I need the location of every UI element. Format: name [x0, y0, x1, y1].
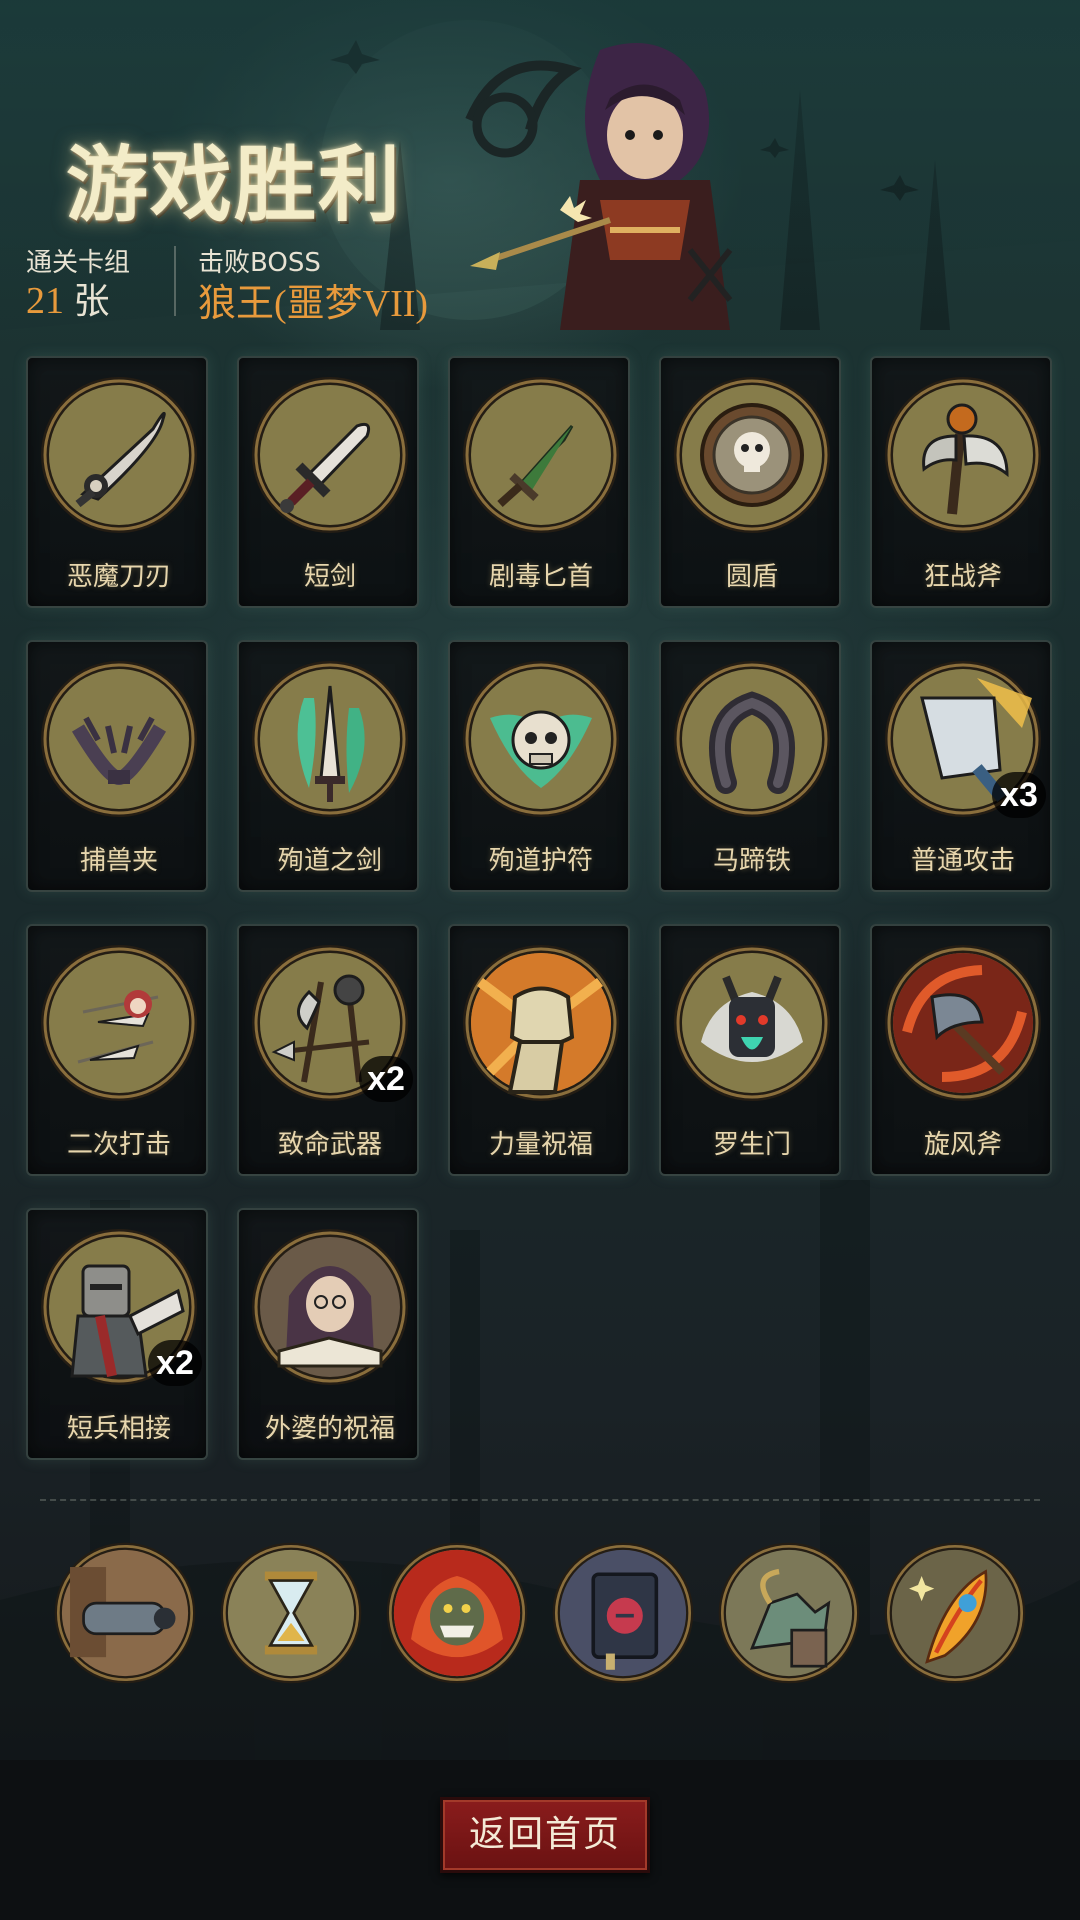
demon-blade-icon: [38, 374, 200, 536]
card-item[interactable]: 狂战斧: [870, 356, 1052, 608]
card-name: 普通攻击: [910, 846, 1015, 876]
card-name: 短兵相接: [66, 1414, 171, 1444]
card-item[interactable]: x2 致命武器: [237, 924, 419, 1176]
whirlwind-axe-icon: [882, 942, 1044, 1104]
card-name: 捕兽夹: [79, 846, 158, 876]
card-item[interactable]: 圆盾: [659, 356, 841, 608]
deck-unit: 张: [73, 280, 110, 321]
stat-divider: [174, 246, 176, 316]
berserker-axe-icon: [882, 374, 1044, 536]
rashomon-demon-icon: [671, 942, 833, 1104]
strength-fist-icon: [460, 942, 622, 1104]
card-item[interactable]: 力量祝福: [448, 924, 630, 1176]
card-name: 外婆的祝福: [264, 1414, 395, 1444]
martyr-amulet-icon: [460, 658, 622, 820]
card-name: 旋风斧: [923, 1130, 1002, 1160]
victory-title: 游戏胜利: [66, 140, 403, 231]
card-name: 力量祝福: [488, 1130, 593, 1160]
spellbook-relic-icon[interactable]: [550, 1540, 696, 1686]
card-name: 圆盾: [725, 562, 778, 592]
hooded-heroine-illustration: [465, 43, 733, 330]
card-item[interactable]: 剧毒匕首: [448, 356, 630, 608]
card-name: 殉道护符: [488, 846, 593, 876]
martyr-sword-icon: [249, 658, 411, 820]
card-count-badge: x2: [359, 1056, 413, 1102]
card-name: 剧毒匕首: [488, 562, 593, 592]
horseshoe-icon: [671, 658, 833, 820]
card-item[interactable]: 马蹄铁: [659, 640, 841, 892]
card-item[interactable]: x3 普通攻击: [870, 640, 1052, 892]
cannon-relic-icon[interactable]: [52, 1540, 198, 1686]
card-name: 狂战斧: [923, 562, 1002, 592]
card-name: 短剑: [303, 562, 356, 592]
card-name: 殉道之剑: [277, 846, 382, 876]
grandma-blessing-icon: [249, 1226, 411, 1388]
card-name: 致命武器: [277, 1130, 382, 1160]
hourglass-relic-icon[interactable]: [218, 1540, 364, 1686]
bear-trap-icon: [38, 658, 200, 820]
card-name: 二次打击: [66, 1130, 171, 1160]
phoenix-feather-relic-icon[interactable]: [882, 1540, 1028, 1686]
victory-screen: 游戏胜利 通关卡组 21 张 击败BOSS 狼王(噩梦VII) 恶魔刀刃 短剑: [0, 0, 1080, 1920]
round-shield-icon: [671, 374, 833, 536]
dragon-relic-icon[interactable]: [716, 1540, 862, 1686]
fire-monster-relic-icon[interactable]: [384, 1540, 530, 1686]
card-item[interactable]: 殉道护符: [448, 640, 630, 892]
card-item[interactable]: 短剑: [237, 356, 419, 608]
card-item[interactable]: 捕兽夹: [26, 640, 208, 892]
section-divider: [40, 1499, 1040, 1501]
boss-name: 狼王(噩梦VII): [198, 283, 429, 325]
card-item[interactable]: 外婆的祝福: [237, 1208, 419, 1460]
short-sword-icon: [249, 374, 411, 536]
card-item[interactable]: 二次打击: [26, 924, 208, 1176]
card-name: 恶魔刀刃: [66, 562, 171, 592]
card-name: 马蹄铁: [712, 846, 791, 876]
card-item[interactable]: 恶魔刀刃: [26, 356, 208, 608]
poison-dagger-icon: [460, 374, 622, 536]
card-item[interactable]: 殉道之剑: [237, 640, 419, 892]
card-item[interactable]: 罗生门: [659, 924, 841, 1176]
card-item[interactable]: 旋风斧: [870, 924, 1052, 1176]
card-name: 罗生门: [712, 1130, 791, 1160]
card-count-badge: x2: [148, 1340, 202, 1386]
double-strike-icon: [38, 942, 200, 1104]
card-count-badge: x3: [992, 772, 1046, 818]
return-home-button[interactable]: 返回首页: [440, 1797, 650, 1873]
deck-count: 21: [26, 280, 64, 322]
card-item[interactable]: x2 短兵相接: [26, 1208, 208, 1460]
deck-count-line: 21 张: [26, 272, 110, 324]
